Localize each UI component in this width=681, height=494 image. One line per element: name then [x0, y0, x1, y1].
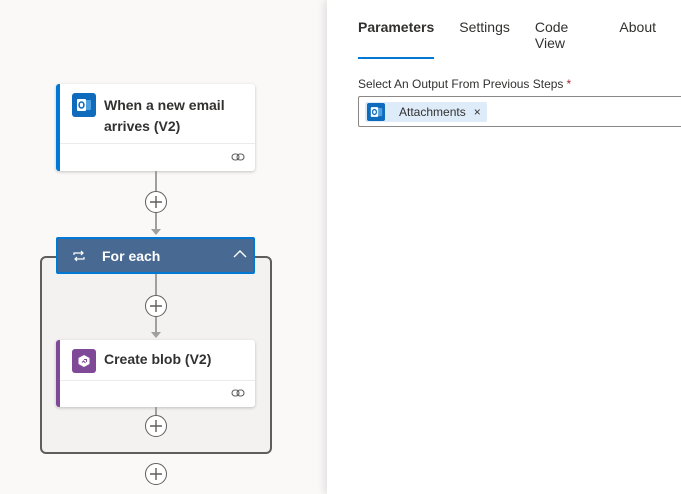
panel-tabs: Parameters Settings Code View About — [358, 17, 681, 59]
connector-line — [155, 171, 157, 191]
create-blob-card[interactable]: Create blob (V2) — [56, 340, 255, 407]
connector-line — [155, 407, 157, 415]
token-label: Attachments — [399, 104, 466, 119]
card-divider — [60, 143, 255, 144]
connector-line — [155, 213, 157, 229]
required-marker: * — [566, 77, 572, 91]
outlook-icon — [72, 93, 96, 117]
connection-link-icon[interactable] — [231, 152, 245, 162]
card-accent — [56, 340, 60, 407]
tab-about[interactable]: About — [619, 17, 656, 59]
plus-icon — [150, 420, 162, 432]
tab-settings[interactable]: Settings — [459, 17, 510, 59]
add-step-button[interactable] — [145, 191, 167, 213]
arrow-down-icon — [151, 332, 161, 338]
add-step-button[interactable] — [145, 415, 167, 437]
remove-token-button[interactable]: × — [474, 105, 481, 119]
output-field-label-text: Select An Output From Previous Steps — [358, 77, 564, 91]
create-blob-title: Create blob (V2) — [104, 351, 212, 367]
foreach-header[interactable]: For each — [56, 237, 255, 274]
tab-code-view[interactable]: Code View — [535, 17, 595, 59]
outlook-icon — [367, 102, 385, 121]
connection-link-icon[interactable] — [231, 388, 245, 398]
plus-icon — [150, 196, 162, 208]
chevron-up-icon[interactable] — [233, 249, 247, 259]
arrow-down-icon — [151, 229, 161, 235]
trigger-title-line1: When a new email — [104, 97, 225, 113]
designer-canvas: When a new email arrives (V2) For each C… — [0, 0, 327, 494]
connector-line — [155, 317, 157, 332]
trigger-title: When a new email arrives (V2) — [104, 95, 225, 137]
tab-parameters[interactable]: Parameters — [358, 17, 435, 59]
trigger-card[interactable]: When a new email arrives (V2) — [56, 84, 255, 171]
connector-line — [155, 274, 157, 295]
attachments-token[interactable]: Attachments × — [365, 101, 487, 122]
output-field-label: Select An Output From Previous Steps * — [358, 77, 571, 91]
plus-icon — [150, 300, 162, 312]
select-output-input[interactable]: Attachments × — [358, 96, 681, 127]
add-step-button[interactable] — [145, 295, 167, 317]
card-divider — [60, 380, 255, 381]
card-accent — [56, 84, 60, 171]
plus-icon — [150, 468, 162, 480]
trigger-title-line2: arrives (V2) — [104, 118, 181, 134]
blob-storage-icon — [72, 349, 96, 373]
details-panel: Parameters Settings Code View About Sele… — [327, 0, 681, 494]
foreach-title: For each — [102, 247, 161, 264]
add-step-button[interactable] — [145, 463, 167, 485]
loop-icon — [73, 250, 85, 261]
